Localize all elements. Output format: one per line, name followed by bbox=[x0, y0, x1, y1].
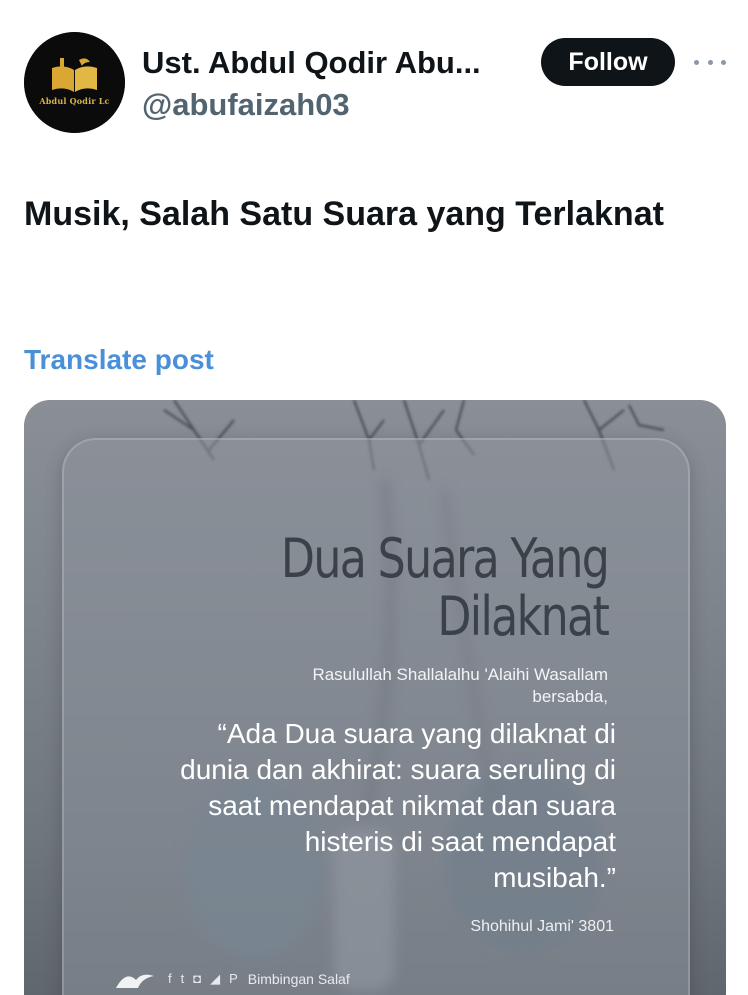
image-quote: “Ada Dua suara yang dilaknat di dunia da… bbox=[180, 718, 616, 893]
author-display-name[interactable]: Ust. Abdul Qodir Abu... bbox=[142, 44, 522, 82]
facebook-icon: f bbox=[168, 971, 172, 986]
avatar[interactable]: Abdul Qodir Lc bbox=[24, 32, 125, 133]
book-logo-icon bbox=[24, 32, 125, 133]
avatar-caption: Abdul Qodir Lc bbox=[39, 96, 110, 106]
post-text: Musik, Salah Satu Suara yang Terlaknat bbox=[24, 195, 664, 233]
author-handle[interactable]: @abufaizah03 bbox=[142, 86, 350, 124]
instagram-icon: ◘ bbox=[193, 971, 202, 986]
follow-button[interactable]: Follow bbox=[541, 38, 675, 86]
tweet-page: Abdul Qodir Lc Ust. Abdul Qodir Abu... @… bbox=[0, 0, 748, 995]
translate-post-link[interactable]: Translate post bbox=[24, 340, 214, 380]
more-options-icon[interactable] bbox=[694, 50, 726, 74]
dot bbox=[694, 59, 699, 65]
image-title: Dua Suara Yang Dilaknat bbox=[280, 527, 610, 648]
telegram-icon: ◢ bbox=[210, 971, 221, 986]
pinterest-icon: P bbox=[229, 971, 238, 986]
brand-name: Bimbingan Salaf bbox=[247, 971, 350, 987]
image-title-line-1: Dua Suara Yang bbox=[280, 527, 610, 590]
image-title-line-2: Dilaknat bbox=[437, 585, 610, 648]
social-icons: f t ◘ ◢ P bbox=[168, 971, 238, 987]
image-footer: f t ◘ ◢ P Bimbingan Salaf bbox=[112, 966, 350, 992]
brand-logo-icon bbox=[116, 974, 154, 988]
post-image[interactable]: Dua Suara Yang Dilaknat Rasulullah Shall… bbox=[24, 400, 726, 995]
dot bbox=[707, 59, 713, 65]
image-subtitle: Rasulullah Shallalalhu 'Alaihi Wasallam … bbox=[312, 665, 608, 706]
twitter-icon: t bbox=[180, 971, 185, 986]
dot bbox=[721, 59, 726, 65]
image-source: Shohihul Jami' 3801 bbox=[470, 918, 614, 935]
